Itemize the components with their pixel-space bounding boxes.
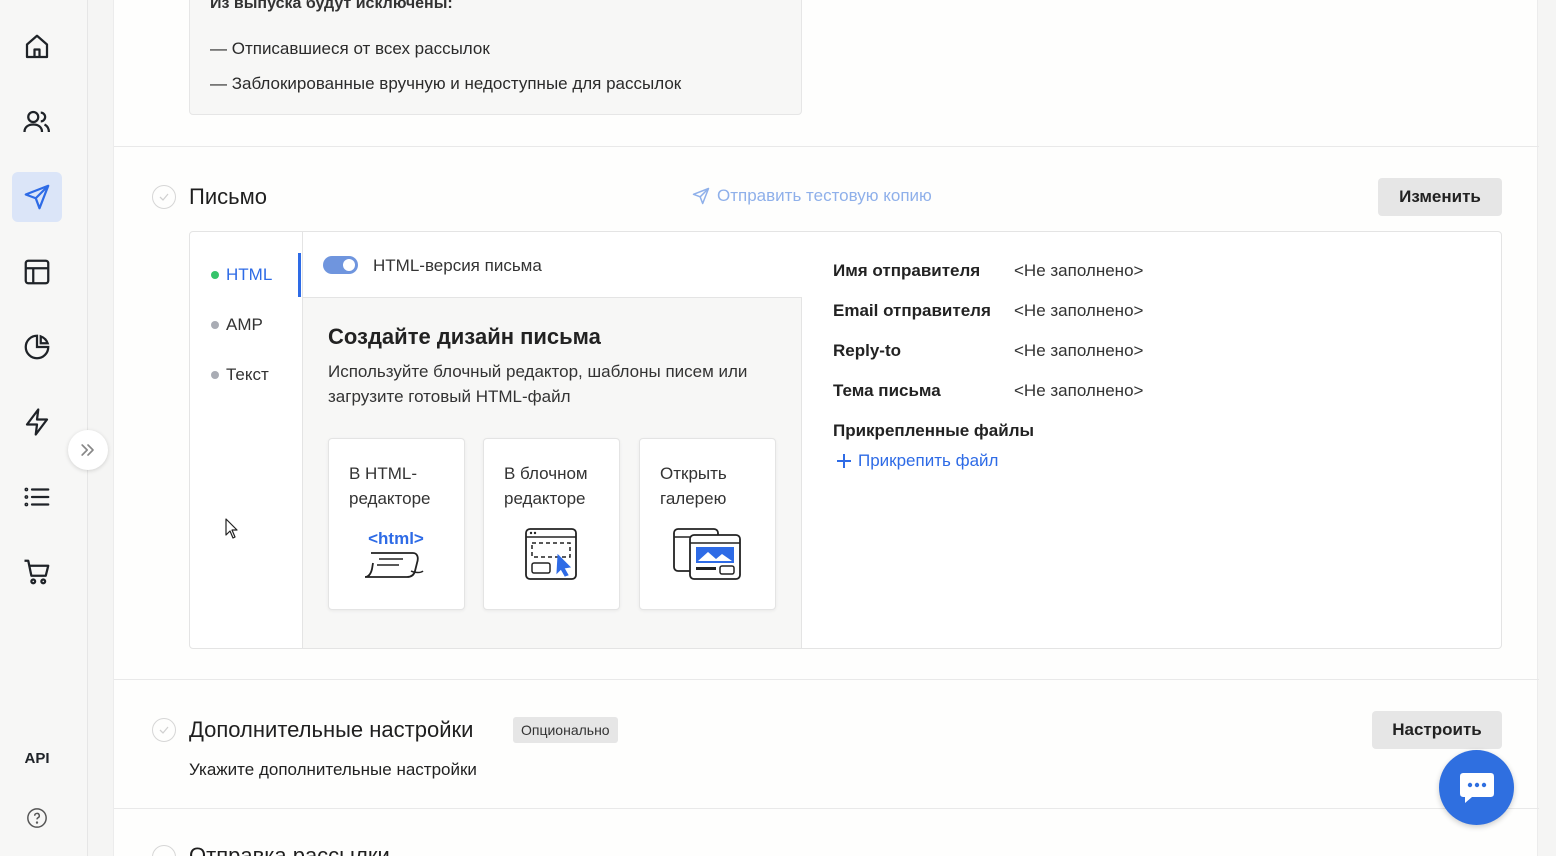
api-link[interactable]: API: [0, 750, 74, 767]
block-editor-icon: [525, 528, 577, 580]
attach-file-label: Прикрепить файл: [858, 451, 999, 470]
nav-analytics[interactable]: [12, 322, 62, 372]
letter-status-check-icon: [152, 185, 176, 209]
card-label: В блочном редакторе: [504, 464, 588, 508]
letter-info: Имя отправителя <Не заполнено> Email отп…: [803, 232, 1501, 648]
exclusions-title: Из выпуска будут исключены:: [210, 0, 453, 12]
sender-name-label: Имя отправителя: [833, 261, 981, 280]
divider: [114, 679, 1539, 680]
lightning-icon: [25, 408, 49, 436]
chat-icon: [1459, 772, 1494, 803]
extra-status-check-icon: [152, 718, 176, 742]
pie-chart-icon: [24, 334, 50, 360]
tab-label: HTML: [226, 265, 273, 284]
tab-label: AMP: [226, 315, 263, 334]
tab-text[interactable]: Текст: [211, 365, 269, 385]
active-tab-indicator: [298, 253, 301, 297]
nav-automation[interactable]: [12, 397, 62, 447]
help-icon[interactable]: [26, 807, 48, 829]
send-section-title: Отправка рассылки: [189, 843, 390, 856]
double-chevron-right-icon: [81, 444, 94, 456]
attach-file-link[interactable]: Прикрепить файл: [836, 451, 998, 471]
send-icon: [692, 187, 710, 205]
send-icon: [24, 184, 50, 210]
chat-button[interactable]: [1439, 750, 1514, 825]
sender-email-value: <Не заполнено>: [1014, 301, 1144, 320]
gallery-icon: [673, 528, 741, 580]
html-version-label: HTML-версия письма: [373, 256, 542, 275]
nav-users[interactable]: [12, 97, 62, 147]
card-label: В HTML-редакторе: [349, 464, 431, 508]
plus-icon: [837, 454, 851, 468]
html-version-row: HTML-версия письма: [303, 232, 802, 298]
letter-section-title: Письмо: [189, 184, 267, 209]
block-editor-card[interactable]: В блочном редакторе: [483, 438, 620, 610]
subject-value: <Не заполнено>: [1014, 381, 1144, 400]
design-description: Используйте блочный редактор, шаблоны пи…: [328, 362, 748, 406]
mouse-cursor-icon: [225, 518, 238, 539]
card-label: Открыть галерею: [660, 464, 727, 508]
status-dot: [211, 271, 219, 279]
nav-ecommerce[interactable]: [12, 547, 62, 597]
html-editor-icon: <html>: [364, 529, 424, 578]
version-tabs: HTML AMP Текст: [190, 232, 303, 648]
home-icon: [25, 34, 49, 59]
editor-area: HTML-версия письма Создайте дизайн письм…: [303, 232, 802, 648]
send-status-check-icon: [152, 845, 176, 856]
sender-name-value: <Не заполнено>: [1014, 261, 1144, 280]
html-editor-card[interactable]: В HTML-редакторе <html>: [328, 438, 465, 610]
reply-to-label: Reply-to: [833, 341, 901, 360]
extra-section-title: Дополнительные настройки: [189, 717, 474, 742]
nav-campaigns[interactable]: [12, 172, 62, 222]
nav-home[interactable]: [12, 22, 62, 72]
subject-label: Тема письма: [833, 381, 941, 400]
list-icon: [24, 487, 50, 507]
sidebar-expand-button[interactable]: [68, 430, 108, 470]
gallery-card[interactable]: Открыть галерею: [639, 438, 776, 610]
send-test-copy-label: Отправить тестовую копию: [717, 186, 932, 205]
svg-text:<html>: <html>: [368, 529, 424, 548]
tab-html[interactable]: HTML: [211, 265, 272, 285]
letter-panel: HTML AMP Текст HTML-версия письма Создай…: [189, 231, 1502, 649]
optional-badge: Опционально: [513, 717, 618, 743]
layout-icon: [24, 259, 50, 285]
html-version-toggle[interactable]: [323, 256, 358, 274]
tab-amp[interactable]: AMP: [211, 315, 263, 335]
cart-icon: [24, 559, 50, 585]
attachments-label: Прикрепленные файлы: [833, 421, 1035, 440]
main-content: Из выпуска будут исключены: — Отписавшие…: [113, 0, 1539, 856]
status-dot: [211, 371, 219, 379]
sender-email-label: Email отправителя: [833, 301, 991, 320]
status-dot: [211, 321, 219, 329]
divider: [114, 146, 1539, 147]
exclusion-item: — Заблокированные вручную и недоступные …: [210, 74, 682, 93]
exclusion-item: — Отписавшиеся от всех рассылок: [210, 39, 490, 58]
edit-letter-button[interactable]: Изменить: [1378, 178, 1502, 216]
tab-label: Текст: [226, 365, 269, 384]
divider: [114, 808, 1539, 809]
sidebar: API: [0, 0, 88, 856]
extra-description: Укажите дополнительные настройки: [189, 760, 477, 779]
reply-to-value: <Не заполнено>: [1014, 341, 1144, 360]
nav-templates[interactable]: [12, 247, 62, 297]
configure-button[interactable]: Настроить: [1372, 711, 1502, 749]
send-test-copy-link[interactable]: Отправить тестовую копию: [691, 186, 932, 206]
nav-lists[interactable]: [12, 472, 62, 522]
exclusions-box: Из выпуска будут исключены: — Отписавшие…: [189, 0, 802, 115]
design-title: Создайте дизайн письма: [328, 324, 601, 349]
users-icon: [23, 110, 50, 133]
